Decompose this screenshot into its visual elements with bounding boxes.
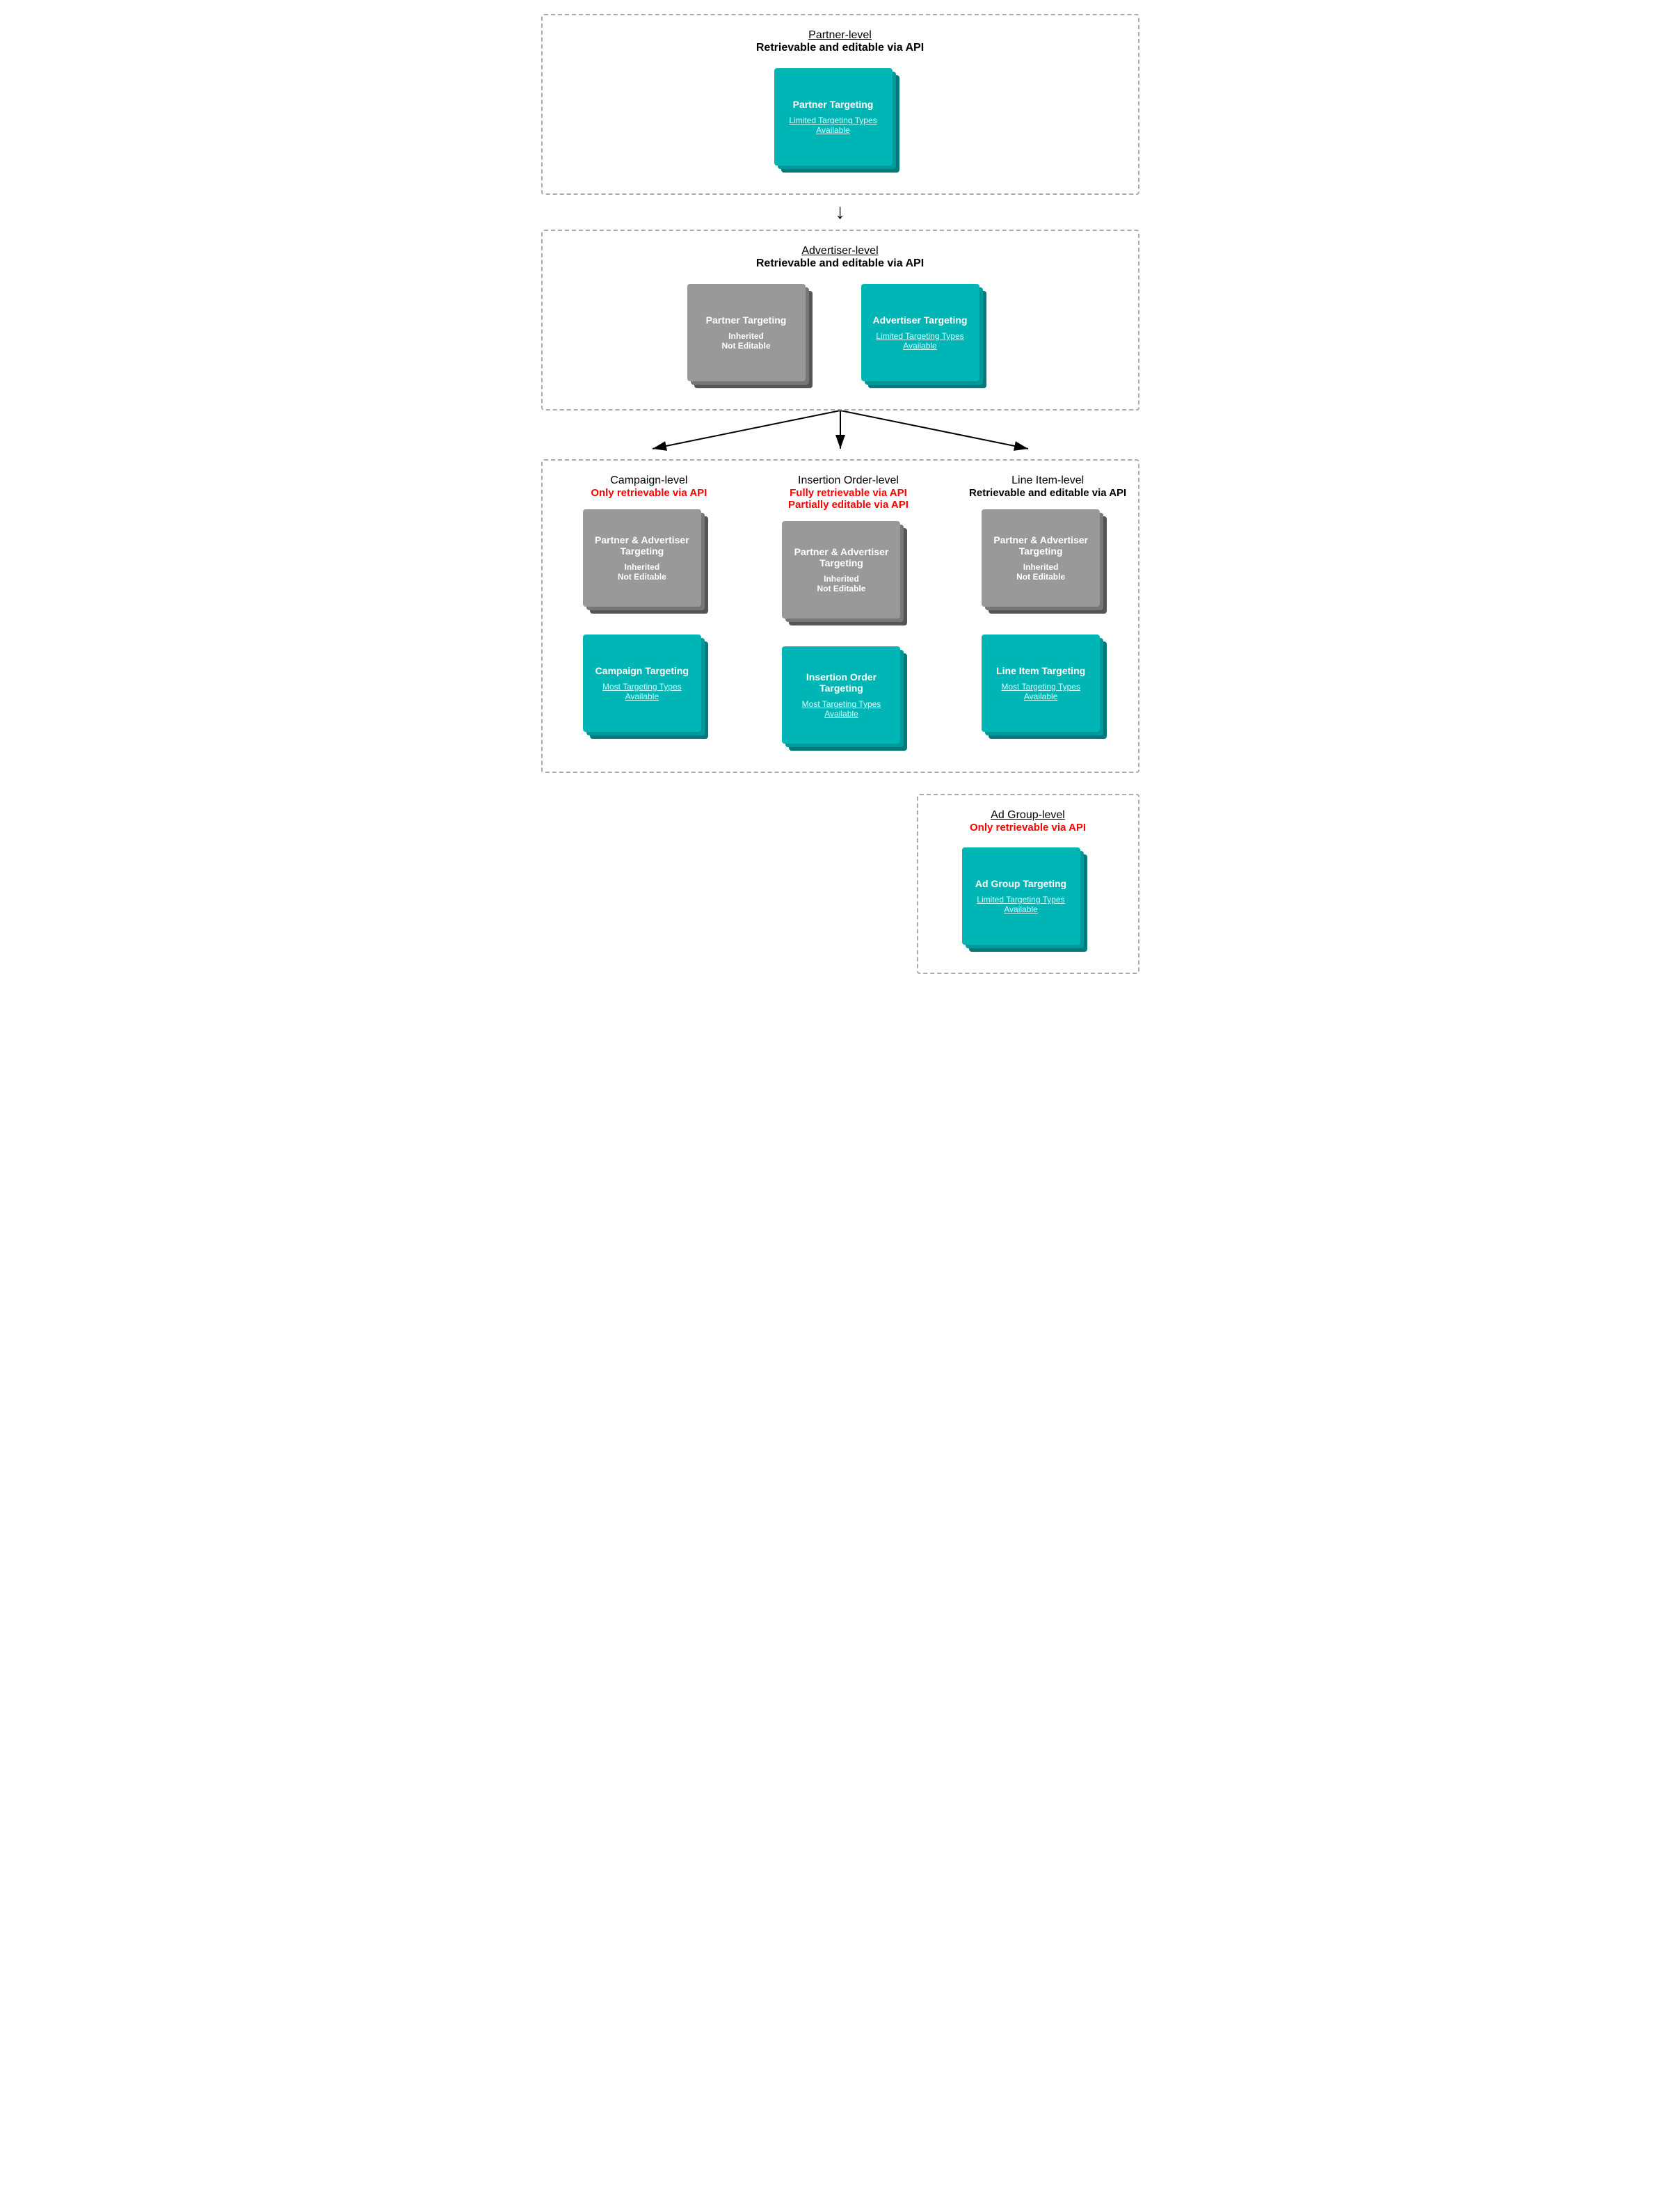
diagram: Partner-level Retrievable and editable v…	[541, 14, 1139, 974]
partner-targeting-card: Partner Targeting Limited Targeting Type…	[774, 68, 906, 180]
li-targeting-card: Line Item Targeting Most Targeting Types…	[982, 635, 1114, 746]
campaign-column: Campaign-level Only retrievable via API …	[559, 468, 739, 765]
partner-cards: Partner Targeting Limited Targeting Type…	[563, 68, 1117, 180]
camp-gray-title: Partner & Advertiser Targeting	[590, 534, 694, 557]
li-level-desc: Retrievable and editable via API	[969, 487, 1126, 499]
partner-card-link[interactable]: Limited Targeting Types Available	[781, 115, 886, 135]
camp-teal-title: Campaign Targeting	[595, 665, 689, 676]
io-level-desc1: Fully retrievable via API	[788, 487, 909, 499]
card-front: Insertion Order Targeting Most Targeting…	[782, 646, 900, 744]
campaign-level-header: Campaign-level Only retrievable via API	[591, 475, 707, 499]
li-column-cards: Partner & Advertiser Targeting Inherited…	[982, 509, 1114, 746]
campaign-level-name: Campaign-level	[591, 475, 707, 487]
card-front: Partner Targeting Limited Targeting Type…	[774, 68, 893, 166]
advertiser-level-header: Advertiser-level Retrievable and editabl…	[563, 245, 1117, 270]
adv-gray-card-title: Partner Targeting	[706, 314, 787, 326]
io-teal-link[interactable]: Most Targeting Types Available	[789, 699, 893, 719]
advertiser-targeting-card: Advertiser Targeting Limited Targeting T…	[861, 284, 993, 395]
card-front: Partner Targeting Inherited Not Editable	[687, 284, 806, 381]
card-front: Partner & Advertiser Targeting Inherited…	[583, 509, 701, 607]
partner-level-desc: Retrievable and editable via API	[563, 42, 1117, 54]
adgroup-box: Ad Group-level Only retrievable via API …	[917, 794, 1139, 974]
card-front: Campaign Targeting Most Targeting Types …	[583, 635, 701, 732]
partner-level-header: Partner-level Retrievable and editable v…	[563, 29, 1117, 54]
adv-gray-card-sub1: Inherited	[728, 331, 764, 341]
partner-level-box: Partner-level Retrievable and editable v…	[541, 14, 1139, 195]
adgroup-cards: Ad Group Targeting Limited Targeting Typ…	[939, 847, 1117, 959]
campaign-level-desc: Only retrievable via API	[591, 487, 707, 499]
io-column: Insertion Order-level Fully retrievable …	[758, 468, 938, 765]
adgroup-level-name: Ad Group-level	[939, 809, 1117, 822]
io-level-desc2: Partially editable via API	[788, 499, 909, 511]
three-level-box: Campaign-level Only retrievable via API …	[541, 459, 1139, 773]
li-partner-adv-card: Partner & Advertiser Targeting Inherited…	[982, 509, 1114, 621]
adgroup-targeting-card: Ad Group Targeting Limited Targeting Typ…	[962, 847, 1094, 959]
three-columns: Campaign-level Only retrievable via API …	[550, 468, 1148, 765]
li-teal-title: Line Item Targeting	[996, 665, 1085, 676]
adgroup-teal-title: Ad Group Targeting	[975, 878, 1066, 889]
advertiser-level-desc: Retrievable and editable via API	[563, 257, 1117, 270]
campaign-targeting-card: Campaign Targeting Most Targeting Types …	[583, 635, 715, 746]
li-gray-title: Partner & Advertiser Targeting	[989, 534, 1093, 557]
adgroup-section: Ad Group-level Only retrievable via API …	[541, 794, 1139, 974]
campaign-partner-adv-card: Partner & Advertiser Targeting Inherited…	[583, 509, 715, 621]
partner-card-title: Partner Targeting	[793, 99, 874, 110]
partner-level-name: Partner-level	[563, 29, 1117, 42]
camp-teal-link[interactable]: Most Targeting Types Available	[590, 682, 694, 701]
arrow-partner-to-advertiser: ↓	[835, 195, 845, 230]
card-front: Ad Group Targeting Limited Targeting Typ…	[962, 847, 1080, 945]
adgroup-teal-link[interactable]: Limited Targeting Types Available	[969, 895, 1073, 914]
card-front: Partner & Advertiser Targeting Inherited…	[782, 521, 900, 619]
io-gray-sub1: Inherited	[824, 574, 859, 584]
li-teal-link[interactable]: Most Targeting Types Available	[989, 682, 1093, 701]
adv-gray-card-sub2: Not Editable	[721, 341, 770, 351]
io-gray-sub2: Not Editable	[817, 584, 865, 593]
io-teal-title: Insertion Order Targeting	[789, 671, 893, 694]
li-gray-sub1: Inherited	[1023, 562, 1059, 572]
adgroup-level-header: Ad Group-level Only retrievable via API	[939, 809, 1117, 834]
camp-gray-sub1: Inherited	[624, 562, 659, 572]
advertiser-level-box: Advertiser-level Retrievable and editabl…	[541, 230, 1139, 410]
card-front: Advertiser Targeting Limited Targeting T…	[861, 284, 979, 381]
io-level-header: Insertion Order-level Fully retrievable …	[788, 475, 909, 511]
li-level-name: Line Item-level	[969, 475, 1126, 487]
adgroup-level-desc: Only retrievable via API	[939, 822, 1117, 834]
camp-gray-sub2: Not Editable	[618, 572, 666, 582]
advertiser-cards: Partner Targeting Inherited Not Editable…	[563, 284, 1117, 395]
io-partner-adv-card: Partner & Advertiser Targeting Inherited…	[782, 521, 914, 632]
li-column: Line Item-level Retrievable and editable…	[957, 468, 1138, 765]
adv-teal-card-link[interactable]: Limited Targeting Types Available	[868, 331, 973, 351]
campaign-column-cards: Partner & Advertiser Targeting Inherited…	[583, 509, 715, 746]
card-front: Line Item Targeting Most Targeting Types…	[982, 635, 1100, 732]
li-gray-sub2: Not Editable	[1016, 572, 1065, 582]
li-level-header: Line Item-level Retrievable and editable…	[969, 475, 1126, 499]
io-column-cards: Partner & Advertiser Targeting Inherited…	[782, 521, 914, 758]
adv-teal-card-title: Advertiser Targeting	[873, 314, 968, 326]
io-gray-title: Partner & Advertiser Targeting	[789, 546, 893, 568]
io-targeting-card: Insertion Order Targeting Most Targeting…	[782, 646, 914, 758]
advertiser-partner-targeting-card: Partner Targeting Inherited Not Editable	[687, 284, 819, 395]
io-level-name: Insertion Order-level	[788, 475, 909, 487]
card-front: Partner & Advertiser Targeting Inherited…	[982, 509, 1100, 607]
branch-arrows-svg	[541, 410, 1139, 459]
advertiser-level-name: Advertiser-level	[563, 245, 1117, 257]
